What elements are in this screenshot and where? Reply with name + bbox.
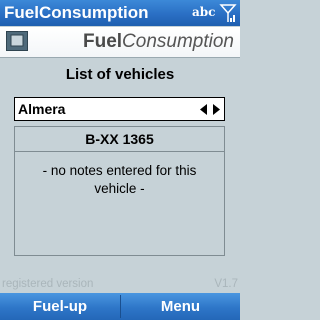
header-brand-consumption: Consumption (122, 31, 234, 52)
menu-softkey[interactable]: Menu (121, 293, 240, 320)
version-label: V1.7 (214, 278, 238, 290)
header-brand-fuel: Fuel (82, 31, 123, 52)
status-bar: FuelConsumption abc (0, 0, 240, 26)
signal-strength-icon (219, 4, 237, 22)
registration-status: registered version (2, 278, 94, 290)
header-brand: FuelConsumption (83, 30, 234, 54)
input-mode-indicator: abc (192, 5, 216, 19)
vehicle-info-panel: B-XX 1365 - no notes entered for this ve… (14, 126, 225, 256)
license-plate: B-XX 1365 (15, 127, 224, 152)
app-icon (6, 31, 28, 51)
page-title: List of vehicles (65, 66, 175, 83)
left-right-arrows-icon[interactable] (200, 104, 220, 115)
status-bar-title: FuelConsumption (4, 3, 149, 22)
softkey-bar: Fuel-up Menu (0, 293, 240, 320)
vehicle-spinbox-value: Almera (18, 101, 66, 117)
vehicle-notes: - no notes entered for this vehicle - (42, 163, 197, 196)
vehicle-spinbox[interactable]: Almera (14, 97, 225, 121)
main-content: List of vehicles Almera B-XX 1365 - no n… (0, 59, 240, 265)
fuel-up-softkey[interactable]: Fuel-up (0, 293, 120, 320)
app-header: FuelConsumption (0, 27, 240, 58)
